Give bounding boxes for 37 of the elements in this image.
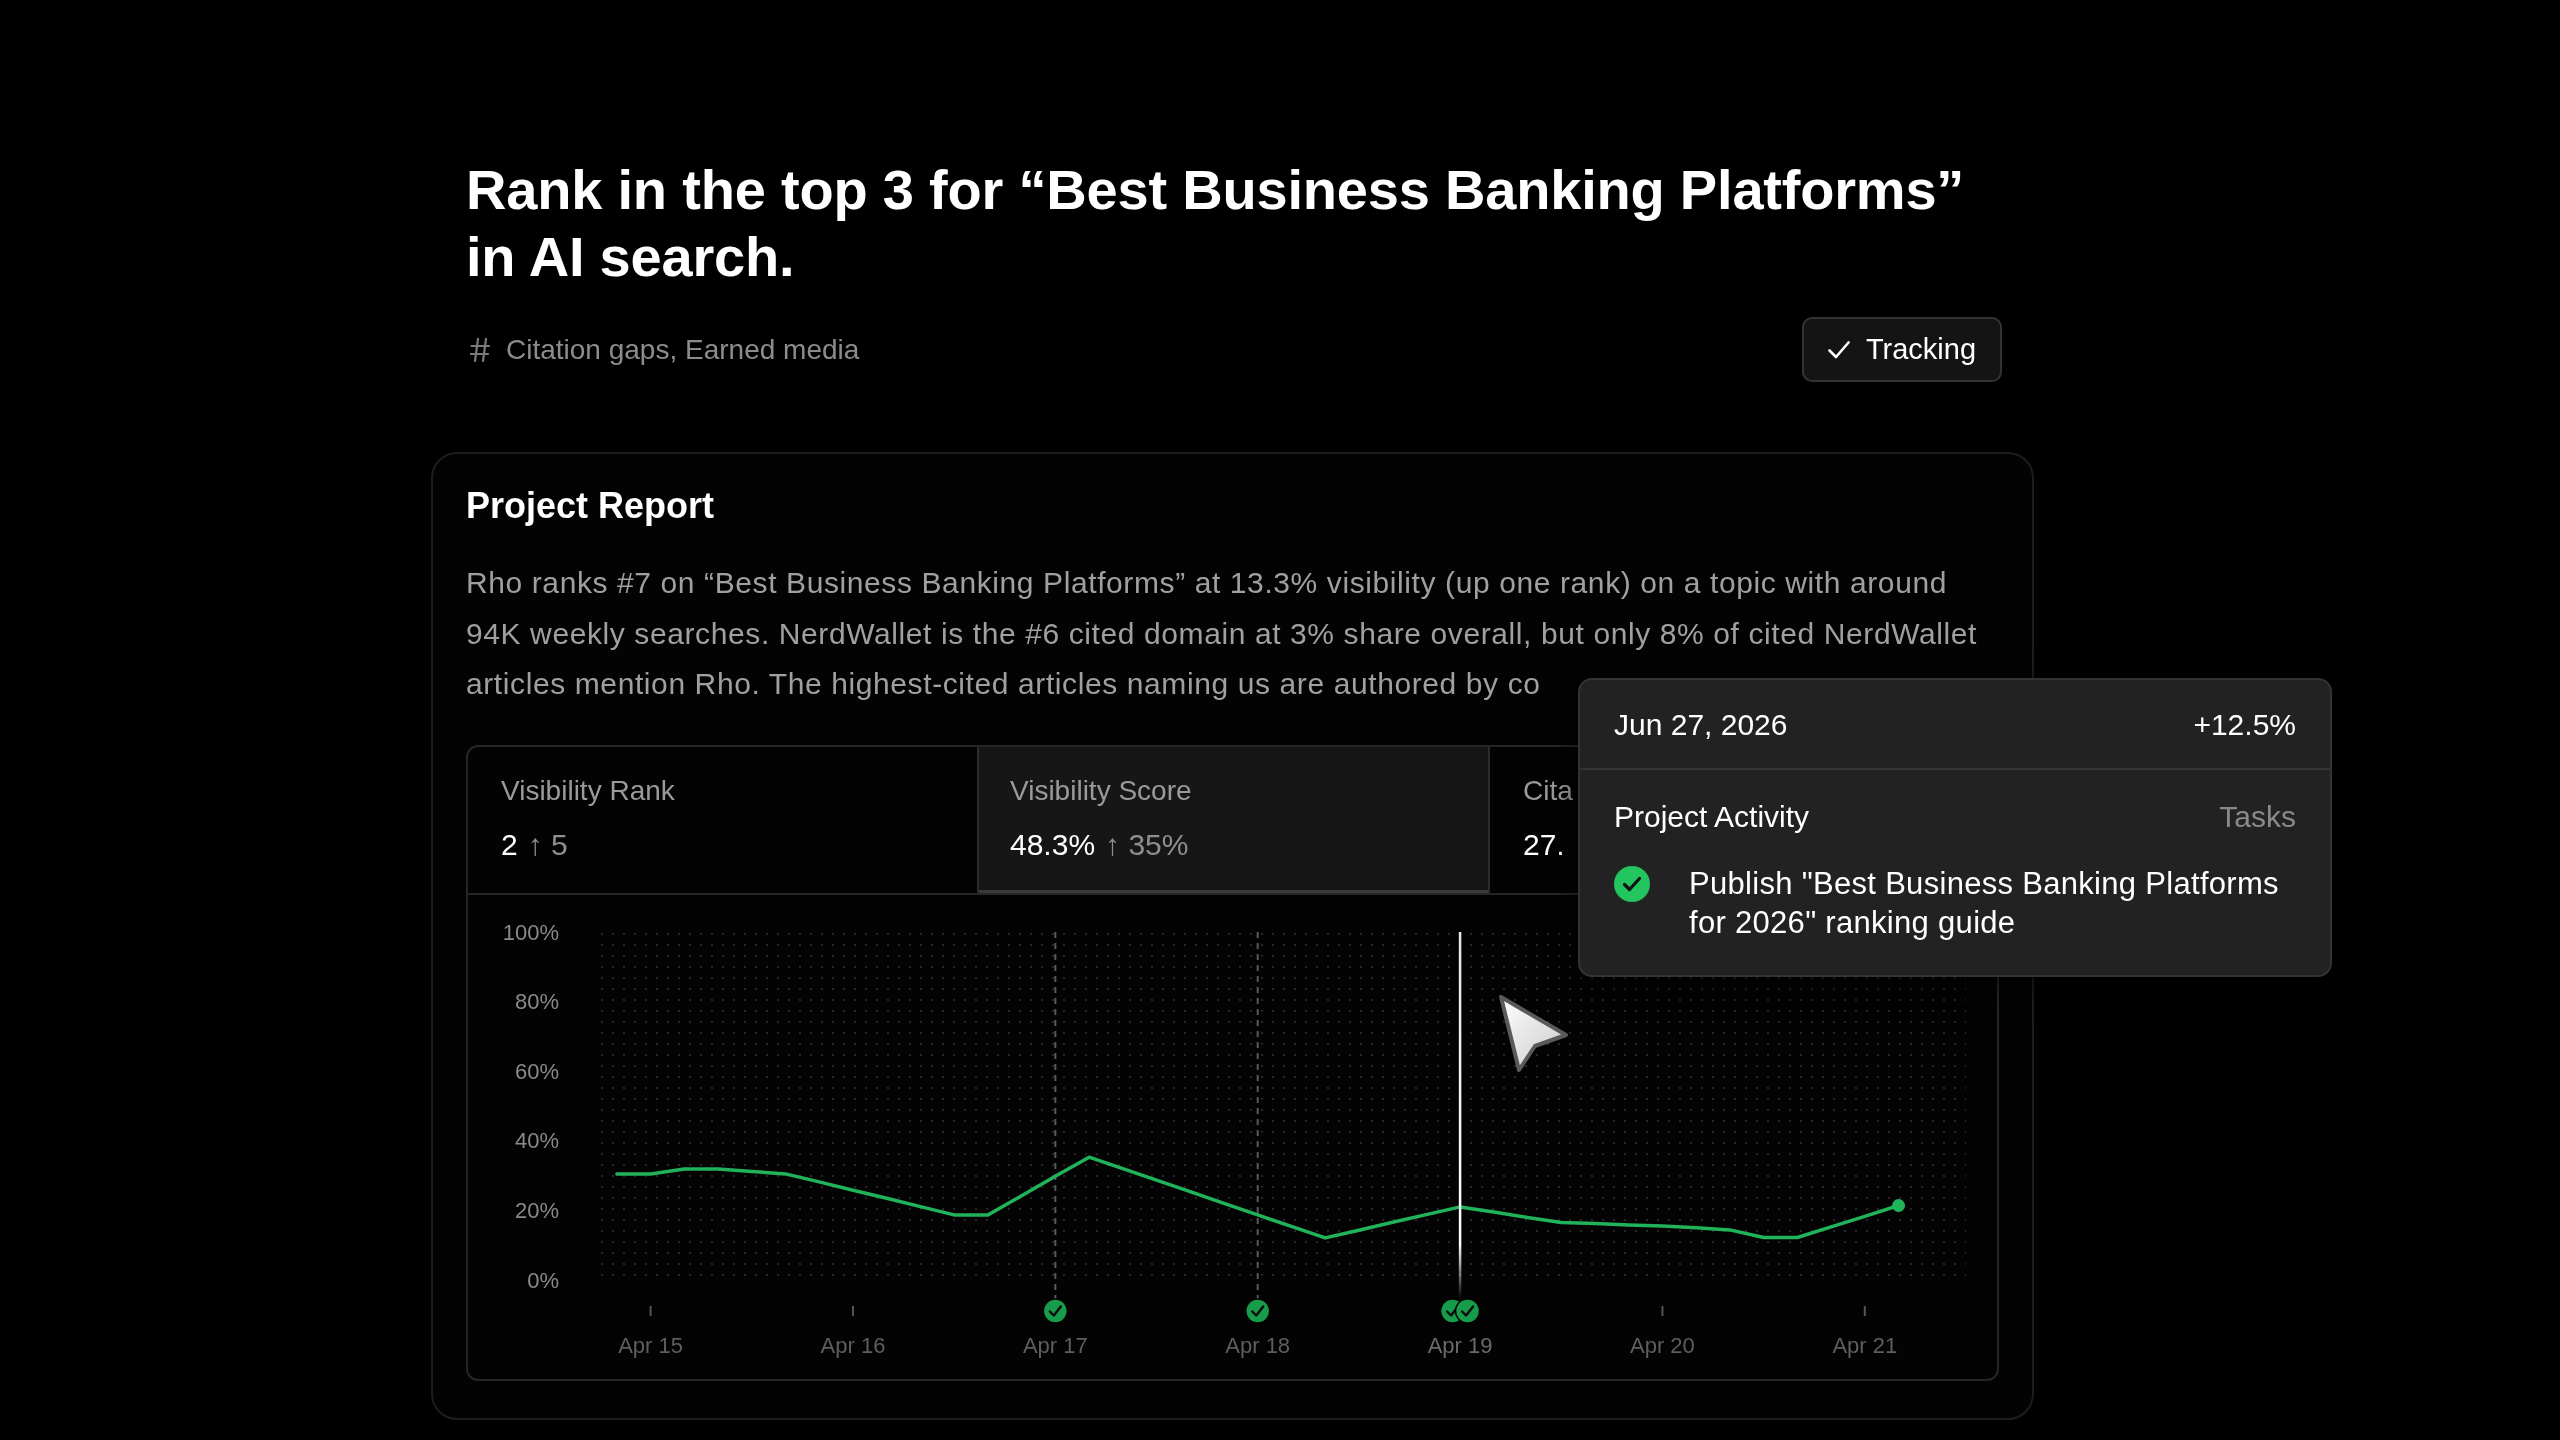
page-title: Rank in the top 3 for “Best Business Banking Platforms” in AI search. bbox=[466, 157, 1966, 290]
tick-mark bbox=[1863, 1305, 1866, 1317]
axis-label: 0% bbox=[527, 1267, 559, 1293]
tag-list: Citation gaps, Earned media bbox=[506, 328, 860, 371]
check-circle-icon[interactable] bbox=[1042, 1298, 1069, 1324]
axis-label: 80% bbox=[514, 989, 559, 1015]
axis-label: Apr 16 bbox=[820, 1332, 886, 1358]
axis-label: Apr 17 bbox=[1022, 1332, 1088, 1358]
axis-label: Apr 15 bbox=[618, 1332, 683, 1358]
data-point bbox=[1892, 1199, 1906, 1213]
tick-mark bbox=[649, 1305, 652, 1317]
axis-label: Apr 19 bbox=[1427, 1332, 1493, 1358]
tracking-button[interactable]: Tracking bbox=[1802, 317, 2002, 382]
hash-icon bbox=[470, 337, 490, 362]
metric-tab[interactable]: Visibility Score 48.3% ↑ 35% bbox=[977, 747, 1490, 893]
metric-tab[interactable]: Visibility Rank 2 ↑ 5 bbox=[468, 747, 977, 893]
tick-mark bbox=[851, 1305, 854, 1317]
report-summary: Rho ranks #7 on “Best Business Banking Platforms” at 13.3% visibility (up one rank) on a topic with around 94K weekly searches. NerdWallet is the #6 cited domain at 3% share overall, but only 8% of cited NerdWallet articles mention Rho. The highest-cited articles naming us are authored by co bbox=[466, 565, 1978, 702]
axis-label: 40% bbox=[514, 1128, 559, 1154]
section-title: Project Activity bbox=[1614, 799, 1810, 835]
axis-label: Apr 21 bbox=[1832, 1332, 1898, 1358]
metric-tab[interactable]: Cita 27. bbox=[1490, 747, 1573, 893]
axis-label: 100% bbox=[502, 919, 559, 945]
tasks-link[interactable]: Tasks bbox=[2219, 798, 2296, 836]
axis-label: 60% bbox=[514, 1058, 559, 1084]
tick-mark bbox=[1661, 1305, 1664, 1317]
axis-label: 20% bbox=[514, 1197, 559, 1223]
tooltip-date: Jun 27, 2026 bbox=[1614, 706, 1788, 743]
change-value: +12.5% bbox=[2193, 706, 2296, 743]
check-circle-icon[interactable] bbox=[1244, 1298, 1271, 1324]
cursor-icon bbox=[1497, 993, 1570, 1074]
card-title: Project Report bbox=[466, 484, 716, 528]
task-text: Publish "Best Business Banking Platforms for 2026" ranking guide bbox=[1689, 865, 2280, 942]
check-icon bbox=[1827, 340, 1850, 359]
check-circles-icon[interactable] bbox=[1439, 1298, 1481, 1324]
axis-label: Apr 18 bbox=[1225, 1332, 1291, 1358]
axis-label: Apr 20 bbox=[1630, 1332, 1695, 1358]
